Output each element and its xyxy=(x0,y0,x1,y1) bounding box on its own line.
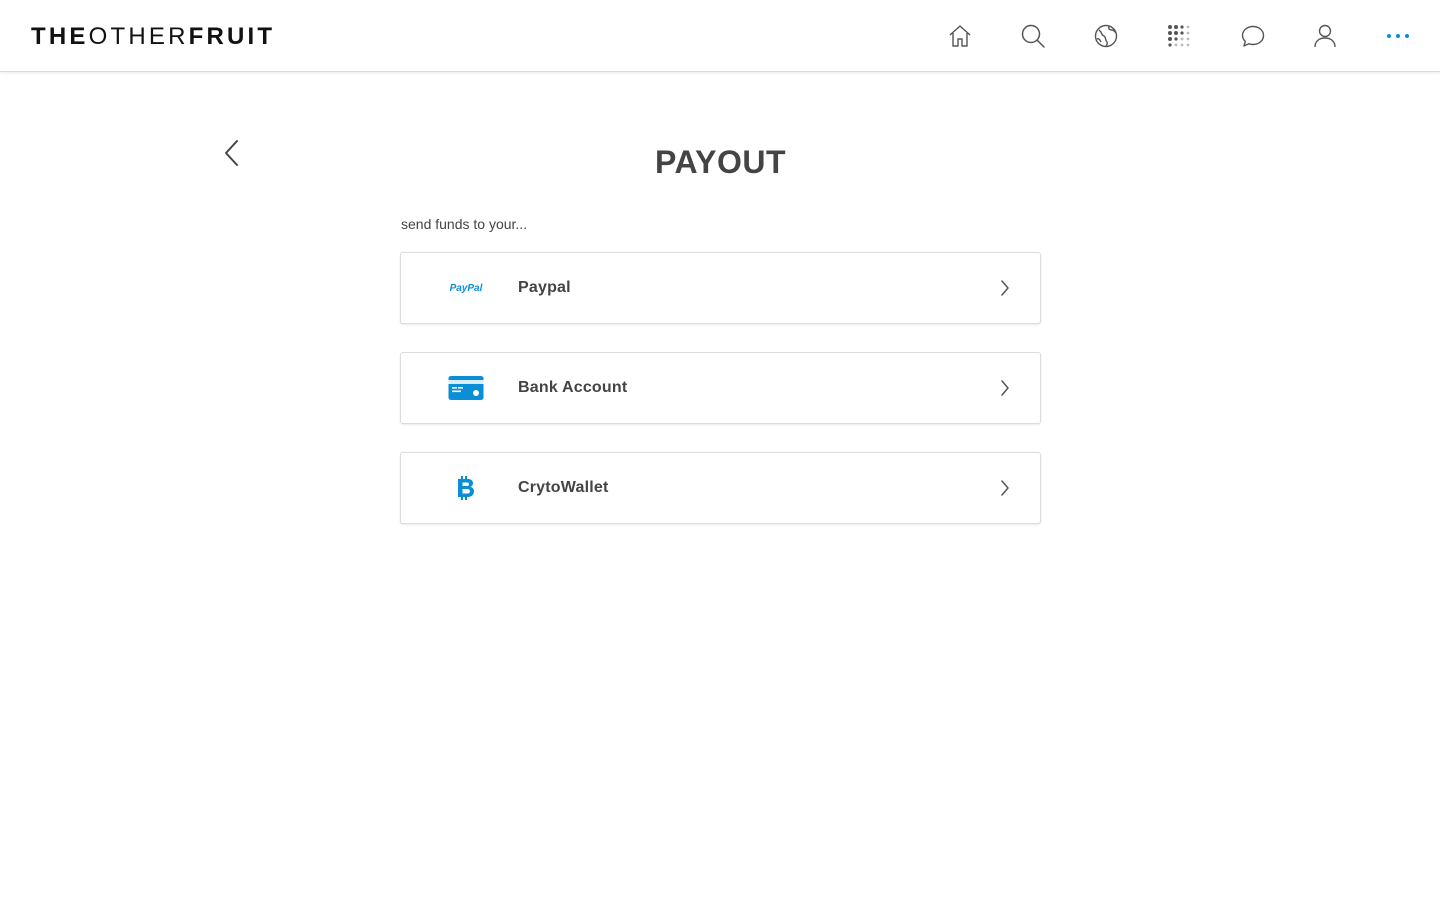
logo-part-other: OTHER xyxy=(88,23,189,50)
top-navigation-bar: THEOTHERFRUIT xyxy=(0,0,1440,72)
payout-option-label: Paypal xyxy=(518,279,571,296)
chevron-right-icon xyxy=(995,478,1015,498)
paypal-icon: PayPal xyxy=(445,270,487,306)
bitcoin-icon xyxy=(445,470,487,506)
payout-option-bank-account[interactable]: Bank Account xyxy=(400,352,1041,424)
chevron-right-icon xyxy=(995,378,1015,398)
page-title: PAYOUT xyxy=(654,144,787,180)
payout-option-label: Bank Account xyxy=(518,379,628,396)
logo[interactable]: THEOTHERFRUIT xyxy=(31,23,275,51)
more-icon[interactable] xyxy=(1382,20,1414,52)
logo-part-fruit: FRUIT xyxy=(188,23,276,50)
paypal-logo-text: PayPal xyxy=(449,282,483,294)
apps-grid-icon[interactable] xyxy=(1163,20,1195,52)
home-icon[interactable] xyxy=(944,20,976,52)
page-subtitle: send funds to your... xyxy=(401,216,528,232)
bank-card-icon xyxy=(445,370,487,406)
payout-option-crytowallet[interactable]: CrytoWallet xyxy=(400,452,1041,524)
logo-part-the: THE xyxy=(31,23,89,50)
back-button[interactable] xyxy=(216,136,248,170)
chat-icon[interactable] xyxy=(1237,20,1269,52)
search-icon[interactable] xyxy=(1017,20,1049,52)
chevron-right-icon xyxy=(995,278,1015,298)
profile-icon[interactable] xyxy=(1309,20,1341,52)
payout-option-paypal[interactable]: PayPal Paypal xyxy=(400,252,1041,324)
payout-option-label: CrytoWallet xyxy=(518,479,609,496)
chevron-left-icon xyxy=(225,140,238,166)
globe-icon[interactable] xyxy=(1090,20,1122,52)
